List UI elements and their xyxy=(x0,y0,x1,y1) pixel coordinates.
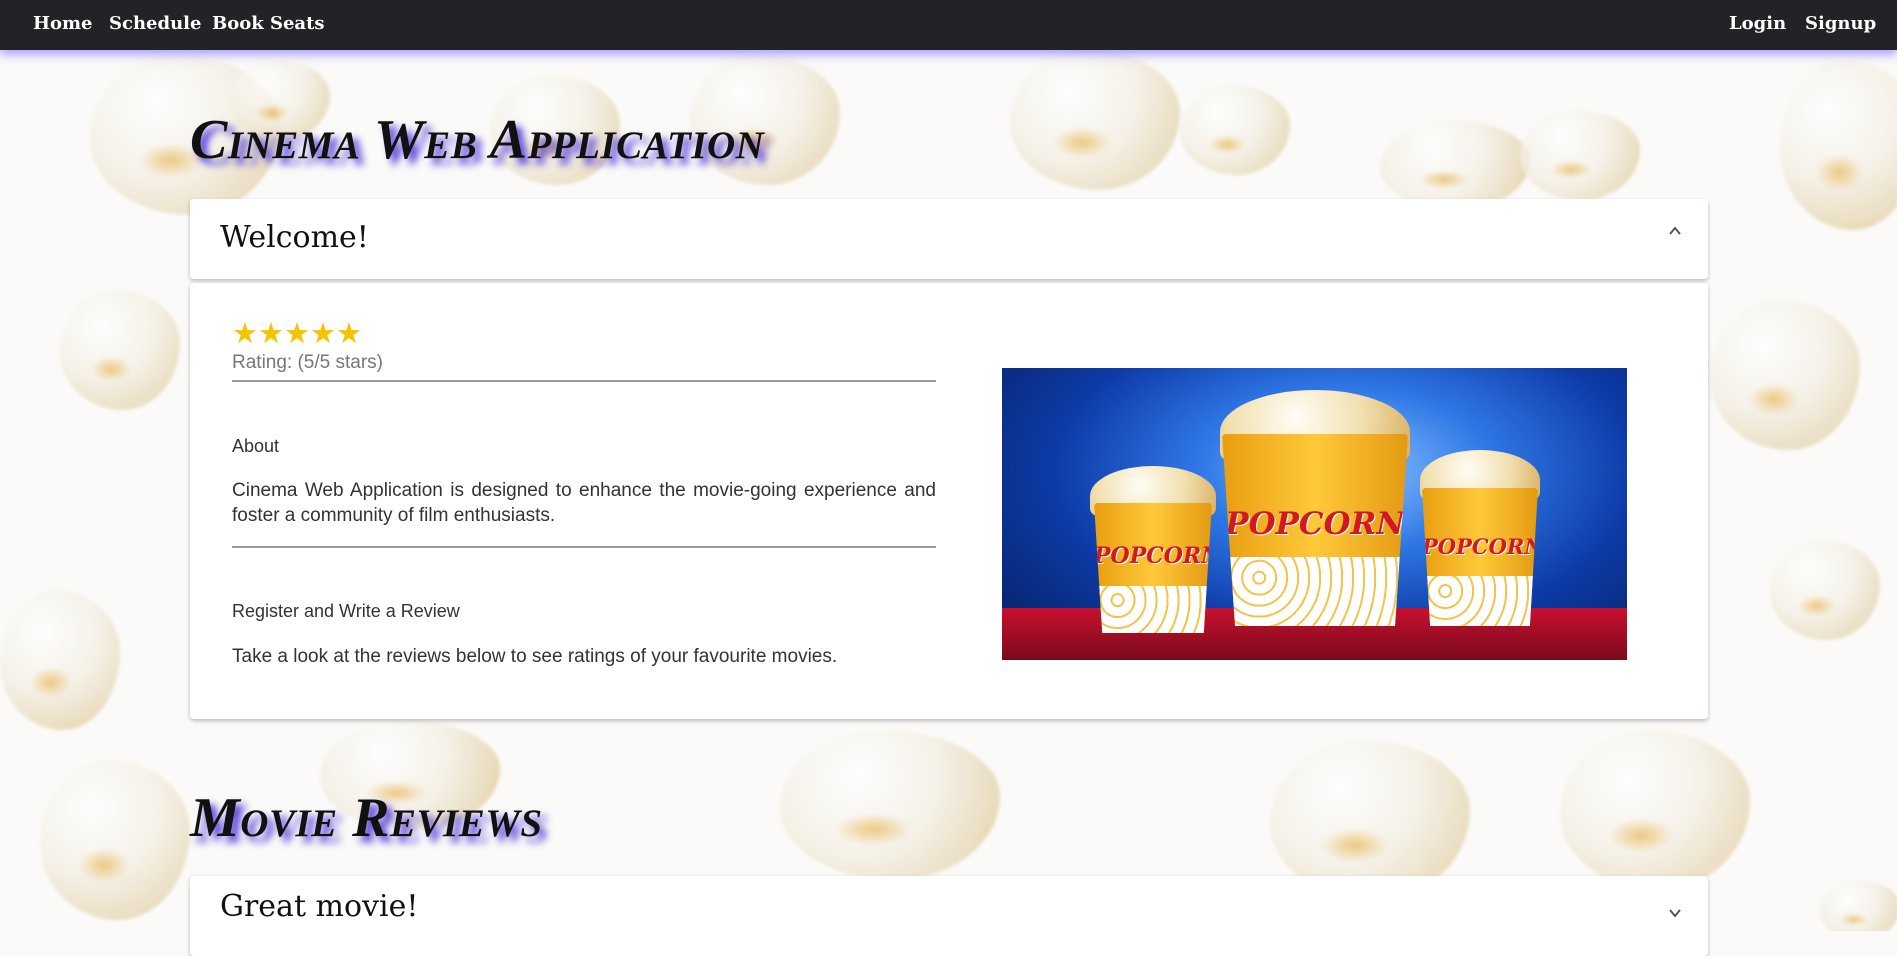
welcome-card-title: Welcome! xyxy=(220,220,369,255)
reviews-section-title: Movie Reviews xyxy=(190,787,543,849)
review-accordion-header[interactable]: Great movie! xyxy=(190,876,1708,956)
nav-login-link[interactable]: Login xyxy=(1729,13,1786,34)
popcorn-bucket-left: POPCORN xyxy=(1094,503,1212,633)
nav-signup-link[interactable]: Signup xyxy=(1805,13,1876,34)
welcome-accordion-header[interactable]: Welcome! xyxy=(190,199,1708,279)
welcome-card-body: ★★★★★ Rating: (5/5 stars) About Cinema W… xyxy=(190,283,1708,719)
divider xyxy=(232,380,936,382)
nav-schedule-link[interactable]: Schedule xyxy=(109,13,201,34)
popcorn-bucket-center: POPCORN xyxy=(1222,434,1408,626)
page-title: Cinema Web Application xyxy=(190,109,765,171)
divider xyxy=(232,546,936,548)
popcorn-bucket-right: POPCORN xyxy=(1422,488,1538,626)
popcorn-image: POPCORN POPCORN POPCORN xyxy=(1002,368,1627,660)
rating-text: Rating: (5/5 stars) xyxy=(232,352,383,373)
about-heading: About xyxy=(232,436,280,456)
chevron-down-icon[interactable] xyxy=(1668,906,1682,920)
about-text: Cinema Web Application is designed to en… xyxy=(232,480,936,526)
register-text: Take a look at the reviews below to see … xyxy=(232,646,838,667)
review-card-title: Great movie! xyxy=(220,889,419,924)
star-rating: ★★★★★ xyxy=(232,318,362,350)
nav-home-link[interactable]: Home xyxy=(33,13,93,34)
register-heading: Register and Write a Review xyxy=(232,601,460,621)
top-navbar: Home Schedule Book Seats Login Signup xyxy=(0,0,1897,50)
chevron-up-icon[interactable] xyxy=(1668,224,1682,238)
nav-book-seats-link[interactable]: Book Seats xyxy=(212,13,325,34)
